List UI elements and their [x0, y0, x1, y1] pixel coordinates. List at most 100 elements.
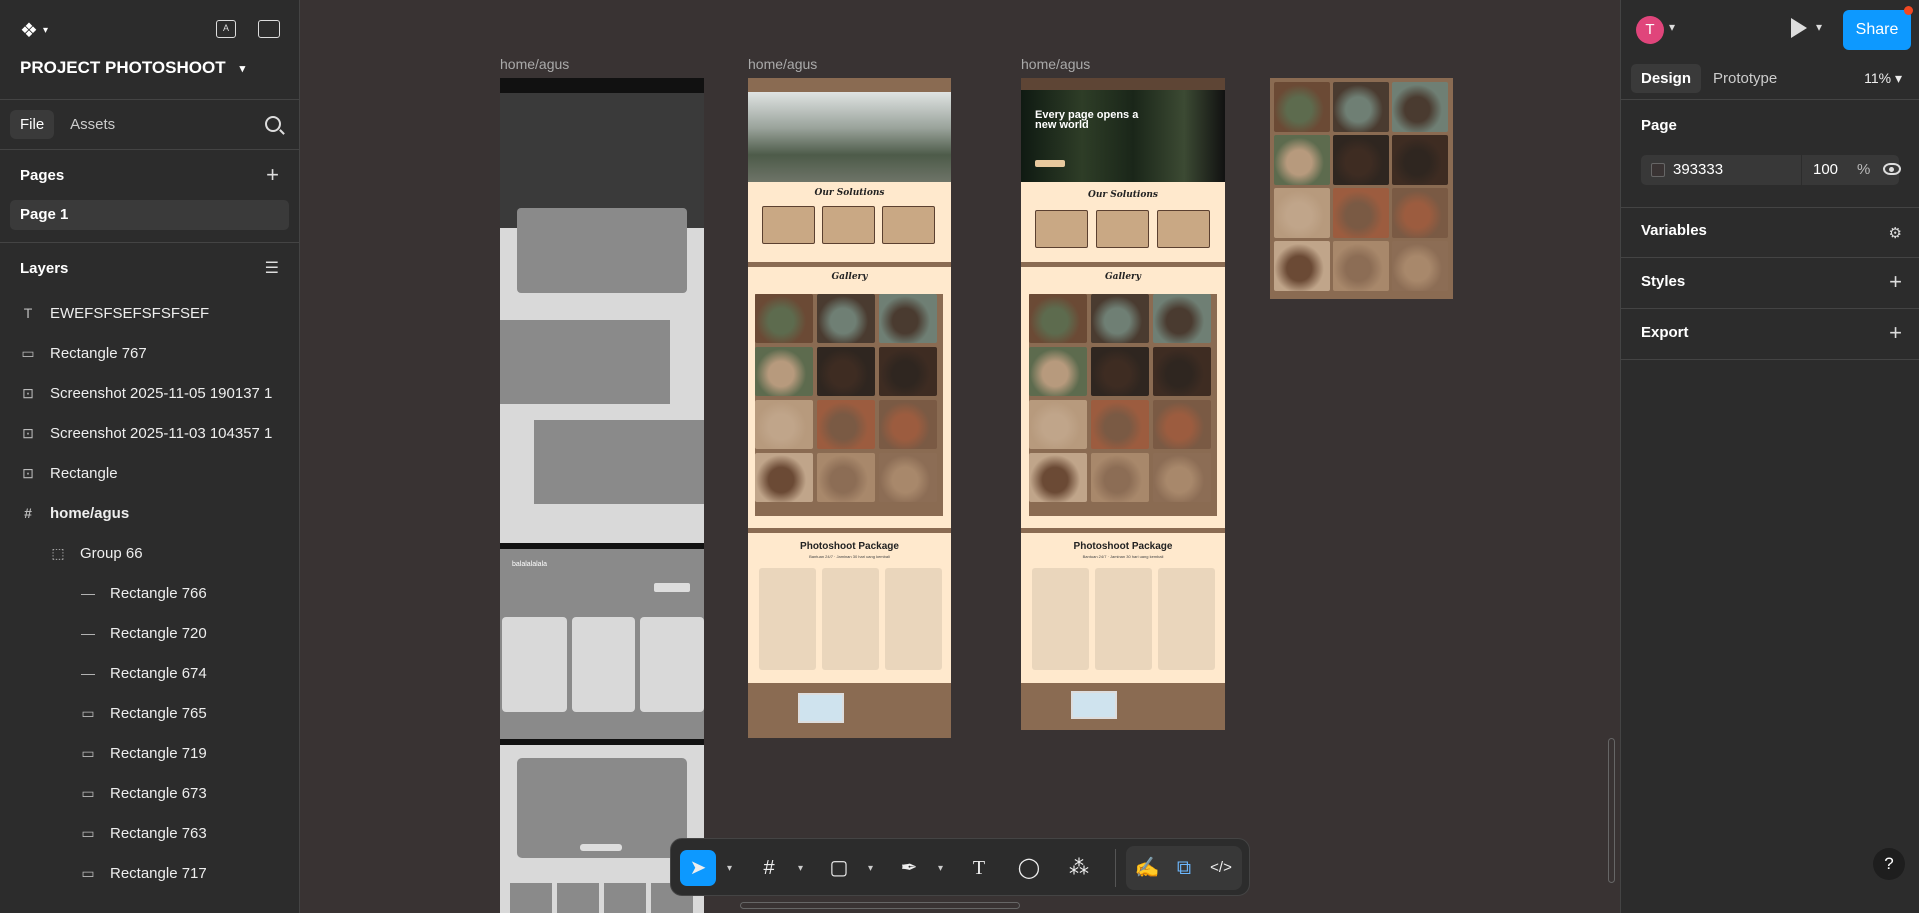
present-play-icon[interactable]: [1791, 18, 1807, 38]
food-photo: [1333, 135, 1389, 185]
solutions-section: Our Solutions: [748, 182, 951, 262]
color-swatch[interactable]: [1651, 163, 1665, 177]
layer-item[interactable]: — Rectangle 720: [0, 613, 299, 653]
ai-text-icon[interactable]: A: [216, 20, 236, 38]
tab-assets[interactable]: Assets: [60, 110, 125, 139]
chevron-down-icon[interactable]: ▾: [1669, 20, 1675, 34]
variables-row[interactable]: Variables ⚙: [1621, 222, 1919, 242]
field-divider: [1801, 155, 1802, 185]
rectangle-tool-icon[interactable]: ▢: [821, 850, 857, 886]
layer-item[interactable]: ⊡ Rectangle: [0, 453, 299, 493]
notification-dot: [1904, 6, 1913, 15]
frame-label[interactable]: home/agus: [748, 56, 817, 72]
comment-tool-icon[interactable]: ◯: [1011, 850, 1047, 886]
solution-card: [1157, 210, 1210, 248]
layer-label: Rectangle 720: [110, 624, 207, 642]
add-page-icon[interactable]: +: [266, 162, 279, 188]
page-item-1[interactable]: Page 1: [10, 200, 289, 230]
left-panel-header: ❖ ▾ A PROJECT PHOTOSHOOT ▾: [0, 0, 299, 100]
layer-item[interactable]: ⊡ Screenshot 2025-11-05 190137 1: [0, 373, 299, 413]
chevron-down-icon[interactable]: ▾: [798, 863, 803, 874]
layer-label: Rectangle 673: [110, 784, 207, 802]
layer-label: Screenshot 2025-11-05 190137 1: [50, 384, 273, 402]
food-photo: [1392, 135, 1448, 185]
chevron-down-icon[interactable]: ▾: [868, 863, 873, 874]
wireframe-frame[interactable]: balalalalala: [500, 78, 704, 913]
food-photo: [1153, 347, 1211, 396]
layer-item[interactable]: — Rectangle 674: [0, 653, 299, 693]
visibility-eye-icon[interactable]: [1883, 163, 1901, 175]
layer-item[interactable]: ▭ Rectangle 765: [0, 693, 299, 733]
food-photo: [755, 400, 813, 449]
layers-filter-icon[interactable]: ☰: [265, 258, 279, 278]
sidebar-toggle-icon[interactable]: [258, 20, 280, 38]
export-label: Export: [1641, 324, 1689, 341]
add-style-icon[interactable]: +: [1889, 269, 1902, 295]
dev-mode-icon[interactable]: </>: [1203, 850, 1239, 886]
project-title[interactable]: PROJECT PHOTOSHOOT ▾: [20, 58, 245, 78]
gallery-image[interactable]: [1270, 78, 1453, 299]
food-photo: [879, 400, 937, 449]
package-card: [885, 568, 942, 670]
rectangle-icon: ▭: [81, 704, 95, 721]
zoom-select[interactable]: 11% ▾: [1864, 70, 1902, 87]
vertical-scrollbar[interactable]: [1608, 738, 1615, 883]
draw-mode-icon[interactable]: ✍: [1129, 850, 1165, 886]
chevron-down-icon[interactable]: ▾: [1816, 20, 1822, 34]
page-section-title: Page: [1641, 117, 1677, 134]
layer-item[interactable]: ▭ Rectangle 767: [0, 333, 299, 373]
gallery-grid: [1029, 294, 1217, 516]
layer-label: Group 66: [80, 544, 143, 562]
page-color-field[interactable]: 393333 100 %: [1641, 155, 1899, 185]
chevron-down-icon[interactable]: ▾: [938, 863, 943, 874]
layer-item[interactable]: — Rectangle 766: [0, 573, 299, 613]
horizontal-scrollbar[interactable]: [740, 902, 1020, 909]
layer-item[interactable]: T EWEFSFSEFSFSFSEF: [0, 293, 299, 333]
layer-item[interactable]: ▭ Rectangle 719: [0, 733, 299, 773]
wire-block: [517, 208, 687, 293]
site-frame-2[interactable]: Every page opens a new world Our Solutio…: [1021, 78, 1225, 730]
tab-file[interactable]: File: [10, 110, 55, 139]
layer-item[interactable]: ⊡ Screenshot 2025-11-03 104357 1: [0, 413, 299, 453]
food-photo: [1029, 347, 1087, 396]
food-photo: [1333, 82, 1389, 132]
variables-settings-icon[interactable]: ⚙: [1889, 224, 1902, 242]
avatar[interactable]: T: [1636, 16, 1664, 44]
tab-prototype[interactable]: Prototype: [1703, 64, 1787, 93]
move-tool-icon[interactable]: ➤: [680, 850, 716, 886]
layer-item[interactable]: ▭ Rectangle 673: [0, 773, 299, 813]
right-tabs: Design Prototype 11% ▾: [1621, 60, 1919, 100]
tab-design[interactable]: Design: [1631, 64, 1702, 93]
text-tool-icon[interactable]: T: [961, 850, 997, 886]
photo-grid: [1274, 82, 1449, 295]
food-photo: [1274, 188, 1330, 238]
share-button[interactable]: Share: [1843, 10, 1911, 50]
frame-tool-icon[interactable]: #: [751, 850, 787, 886]
main-menu-button[interactable]: ❖ ▾: [20, 18, 48, 43]
food-photo: [1274, 241, 1330, 291]
layer-item-frame[interactable]: # home/agus: [0, 493, 299, 533]
page-color-hex[interactable]: 393333: [1673, 161, 1723, 178]
line-icon: —: [81, 665, 95, 681]
layer-item[interactable]: ▭ Rectangle 717: [0, 853, 299, 893]
site-frame-1[interactable]: Our Solutions Gallery Photoshoot Package…: [748, 78, 951, 738]
chevron-down-icon[interactable]: ▾: [727, 863, 732, 874]
layer-item[interactable]: ▭ Rectangle 763: [0, 813, 299, 853]
food-photo: [1274, 82, 1330, 132]
actions-tool-icon[interactable]: ⁂: [1061, 850, 1097, 886]
pen-tool-icon[interactable]: ✒: [891, 850, 927, 886]
help-button[interactable]: ?: [1873, 848, 1905, 880]
styles-row[interactable]: Styles +: [1621, 269, 1919, 294]
add-export-icon[interactable]: +: [1889, 320, 1902, 346]
page-opacity[interactable]: 100: [1813, 161, 1838, 178]
food-photo: [1333, 241, 1389, 291]
frame-label[interactable]: home/agus: [1021, 56, 1090, 72]
search-icon[interactable]: [265, 116, 281, 132]
package-subtitle: Bantuan 24/7 · Jaminan 30 hari uang kemb…: [809, 554, 890, 559]
bottom-toolbar: ➤ ▾ # ▾ ▢ ▾ ✒ ▾ T ◯ ⁂ ✍ ⧉ </>: [670, 838, 1250, 896]
export-row[interactable]: Export +: [1621, 320, 1919, 345]
layer-item[interactable]: ⬚ Group 66: [0, 533, 299, 573]
design-mode-icon[interactable]: ⧉: [1166, 850, 1202, 886]
frame-label[interactable]: home/agus: [500, 56, 569, 72]
line-icon: —: [81, 625, 95, 641]
